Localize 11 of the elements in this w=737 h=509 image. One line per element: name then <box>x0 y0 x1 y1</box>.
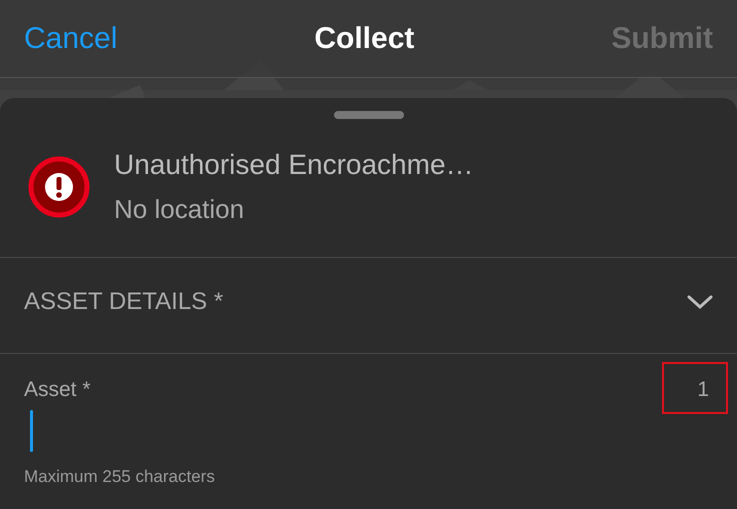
feature-title: Unauthorised Encroachme… <box>114 148 474 182</box>
section-title: ASSET DETAILS * <box>24 286 224 316</box>
character-counter: 1 <box>697 377 710 403</box>
section-header[interactable]: ASSET DETAILS * <box>0 258 737 354</box>
drag-handle[interactable] <box>334 111 404 119</box>
hint-text: Maximum 255 characters <box>24 466 216 488</box>
cancel-button[interactable]: Cancel <box>24 16 118 61</box>
field-label: Asset * <box>24 377 91 403</box>
warning-icon <box>28 156 90 218</box>
location-text: No location <box>114 193 246 226</box>
screen-title: Collect <box>314 21 414 57</box>
